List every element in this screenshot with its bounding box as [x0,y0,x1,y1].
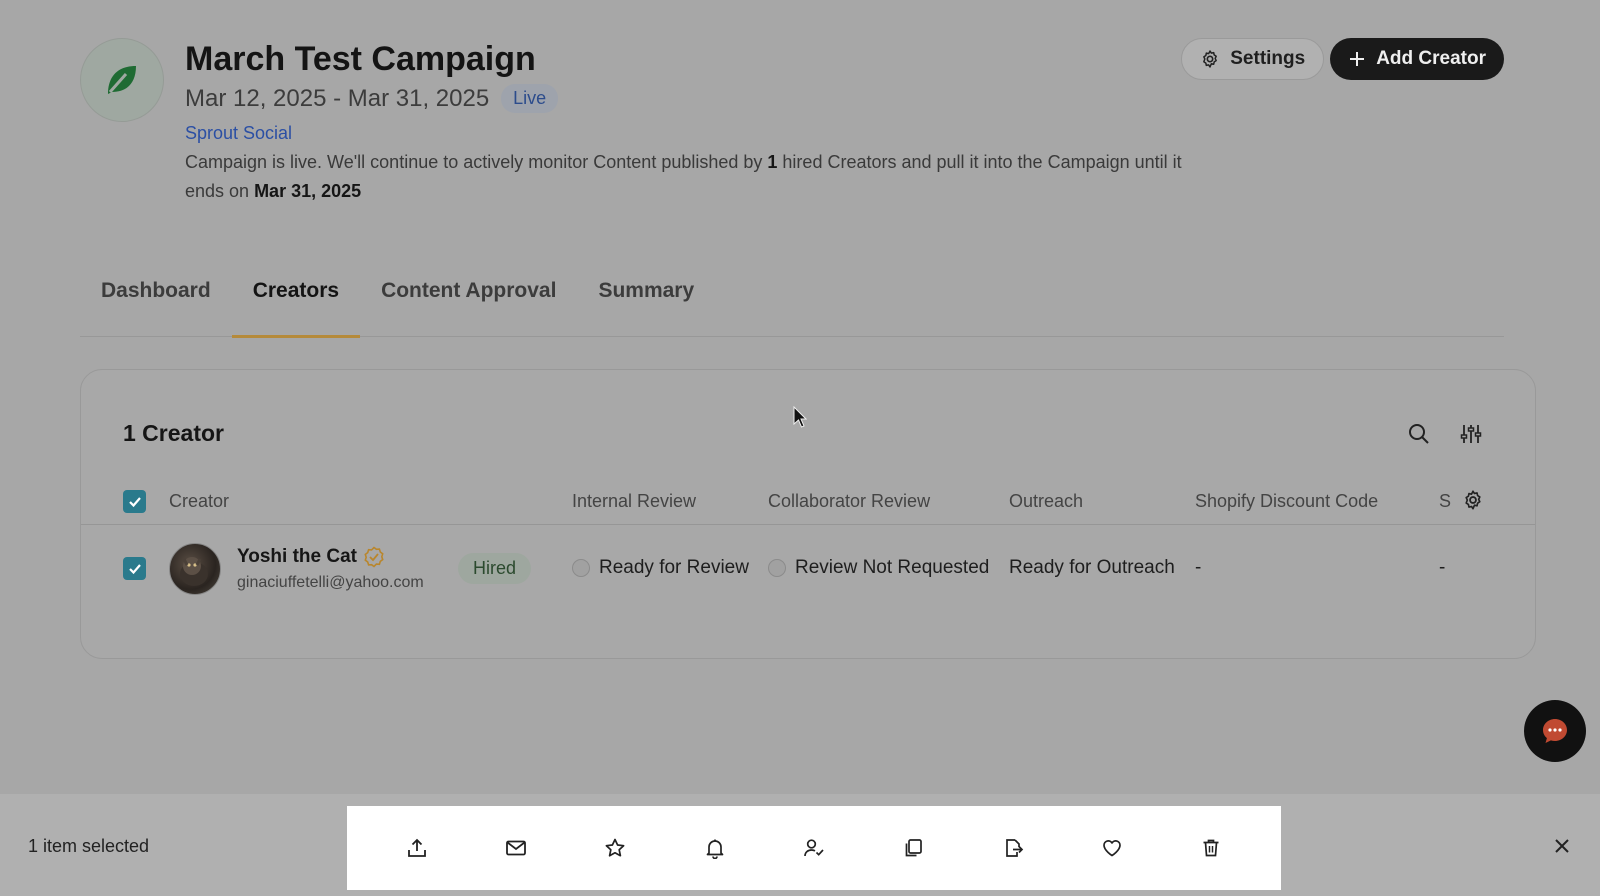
avatar[interactable] [169,543,221,595]
star-icon[interactable] [597,830,633,866]
creator-email: ginaciuffetelli@yahoo.com [237,574,424,591]
select-all-checkbox[interactable] [123,490,146,513]
collaborator-review-cell[interactable]: Review Not Requested [768,557,989,579]
column-settings-gear-icon[interactable] [1462,489,1484,516]
internal-review-value: Ready for Review [599,557,749,578]
table-row[interactable]: Yoshi the Cat ginaciuffetelli@yahoo.com … [81,525,1535,613]
settings-label: Settings [1230,48,1306,69]
filter-sliders-icon[interactable] [1459,422,1483,446]
mouse-cursor-icon [793,405,808,433]
brand-logo [80,38,164,122]
settings-button[interactable]: Settings [1181,38,1325,80]
tab-content-approval[interactable]: Content Approval [360,270,577,337]
outreach-cell[interactable]: Ready for Outreach [1009,557,1175,579]
tab-bar: Dashboard Creators Content Approval Summ… [80,270,1504,338]
row-checkbox[interactable] [123,557,146,580]
tab-creators[interactable]: Creators [231,270,361,338]
plus-icon [1350,52,1365,66]
brand-link[interactable]: Sprout Social [185,123,1195,144]
collaborator-review-value: Review Not Requested [795,557,990,578]
campaign-dates: Mar 12, 2025 - Mar 31, 2025 [185,84,490,112]
search-icon[interactable] [1407,422,1431,446]
internal-review-cell[interactable]: Ready for Review [572,557,749,579]
move-icon[interactable] [995,830,1031,866]
bulk-action-bar: 1 item selected [0,794,1600,896]
chat-support-button[interactable] [1524,700,1586,762]
creators-card: 1 Creator Creator Internal Review Collab… [80,369,1536,659]
leaf-icon [108,66,136,94]
check-icon [128,563,141,574]
bell-icon[interactable] [697,830,733,866]
add-creator-label: Add Creator [1376,48,1486,69]
col-collaborator-review[interactable]: Collaborator Review [768,491,930,512]
col-internal-review[interactable]: Internal Review [572,491,696,512]
col-s-truncated[interactable]: S [1439,491,1451,512]
bulk-action-panel [347,806,1281,890]
s-column-cell[interactable]: - [1439,557,1445,579]
col-shopify-discount-code[interactable]: Shopify Discount Code [1195,491,1378,512]
discount-code-cell[interactable]: - [1195,557,1201,579]
campaign-title: March Test Campaign [185,40,536,78]
desc-end-date: Mar 31, 2025 [254,181,362,201]
gear-icon [1203,50,1218,68]
heart-icon[interactable] [1094,830,1130,866]
check-icon [128,496,141,507]
add-creator-button[interactable]: Add Creator [1330,38,1504,80]
close-icon[interactable] [1550,834,1574,858]
verified-badge-icon [364,546,384,568]
desc-text-1: Campaign is live. We'll continue to acti… [185,152,768,172]
creator-count-title: 1 Creator [123,420,224,446]
desc-count: 1 [767,152,778,172]
campaign-description: Campaign is live. We'll continue to acti… [185,148,1195,206]
creator-name[interactable]: Yoshi the Cat [237,546,385,568]
assign-user-icon[interactable] [796,830,832,866]
trash-icon[interactable] [1193,830,1229,866]
selection-count: 1 item selected [28,836,150,856]
col-creator[interactable]: Creator [169,491,229,512]
hired-status-badge: Hired [458,553,532,584]
chat-icon [1543,719,1567,743]
status-dot-icon [768,559,786,577]
tab-summary[interactable]: Summary [577,270,715,337]
creator-name-text: Yoshi the Cat [237,546,357,567]
table-header: Creator Internal Review Collaborator Rev… [81,475,1535,525]
tab-dashboard[interactable]: Dashboard [80,270,232,337]
copy-icon[interactable] [895,830,931,866]
status-dot-icon [572,559,590,577]
status-badge: Live [501,84,559,113]
mail-icon[interactable] [498,830,534,866]
col-outreach[interactable]: Outreach [1009,491,1083,512]
export-icon[interactable] [399,830,435,866]
